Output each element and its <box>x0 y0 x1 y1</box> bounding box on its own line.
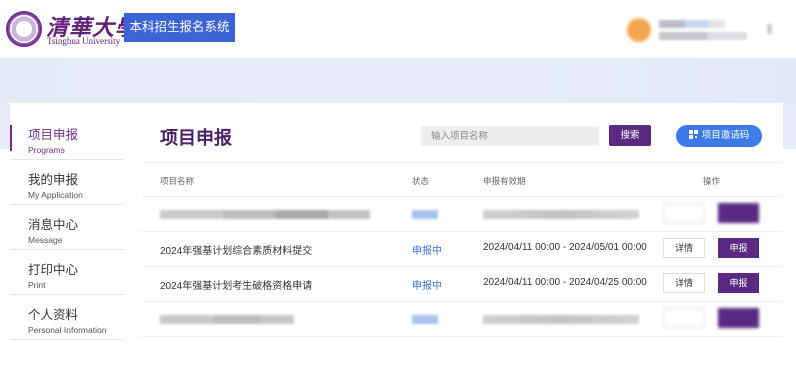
qr-code-icon <box>688 130 698 139</box>
user-detail-redacted <box>659 32 747 40</box>
application-period: 2024/04/11 00:00 - 2024/04/25 00:00 <box>483 277 647 288</box>
sidebar-item-label: 打印中心 <box>28 263 79 277</box>
detail-button[interactable]: 详情 <box>663 238 705 258</box>
top-header: 清華大學 Tsinghua University 本科招生报名系统 <box>0 0 796 58</box>
column-header-status: 状态 <box>412 176 430 186</box>
sidebar-item-label: 我的申报 <box>28 173 79 187</box>
period-redacted <box>483 210 639 219</box>
search-input[interactable] <box>421 126 599 146</box>
programs-table: 项目名称 状态 申报有效期 操作 2024年强基计划综合素质材料提交 申报中 2… <box>142 162 782 337</box>
column-header-name: 项目名称 <box>160 176 195 186</box>
sidebar-item-label: 项目申报 <box>28 128 79 142</box>
sidebar-item-sublabel: Programs <box>28 145 65 155</box>
sidebar-item-label: 个人资料 <box>28 308 79 322</box>
sidebar-item-message[interactable]: 消息中心 Message <box>10 205 124 250</box>
logo-english-name: Tsinghua University <box>47 36 121 46</box>
user-menu-icon[interactable] <box>767 24 772 34</box>
application-period: 2024/04/11 00:00 - 2024/05/01 00:00 <box>483 242 647 253</box>
invite-code-button[interactable]: 项目邀请码 <box>676 125 762 147</box>
sidebar-item-label: 消息中心 <box>28 218 79 232</box>
detail-button[interactable] <box>663 203 705 223</box>
sidebar-item-sublabel: My Application <box>28 190 83 200</box>
detail-button[interactable] <box>663 308 705 328</box>
table-row: 2024年强基计划综合素质材料提交 申报中 2024/04/11 00:00 -… <box>142 232 782 267</box>
period-redacted <box>483 315 639 324</box>
column-header-period: 申报有效期 <box>483 176 526 186</box>
page-title: 项目申报 <box>160 128 232 148</box>
invite-code-label: 项目邀请码 <box>701 130 750 141</box>
user-info[interactable] <box>627 16 777 44</box>
sidebar-item-sublabel: Print <box>28 280 46 290</box>
sidebar-item-my-application[interactable]: 我的申报 My Application <box>10 160 124 205</box>
apply-button[interactable]: 申报 <box>718 238 759 258</box>
apply-button[interactable]: 申报 <box>718 273 759 293</box>
column-header-actions: 操作 <box>703 176 721 186</box>
sidebar-item-personal-information[interactable]: 个人资料 Personal Information <box>10 295 124 340</box>
project-name: 2024年强基计划考生破格资格申请 <box>160 281 313 292</box>
user-name-redacted <box>659 20 725 28</box>
table-row <box>142 197 782 232</box>
tsinghua-seal-icon <box>6 11 42 47</box>
project-name-redacted <box>160 210 370 219</box>
status-redacted <box>412 315 438 324</box>
table-row: 2024年强基计划考生破格资格申请 申报中 2024/04/11 00:00 -… <box>142 267 782 302</box>
banner <box>0 58 796 103</box>
project-name: 2024年强基计划综合素质材料提交 <box>160 246 313 257</box>
apply-button[interactable] <box>718 308 759 328</box>
sidebar-item-sublabel: Message <box>28 235 63 245</box>
table-header: 项目名称 状态 申报有效期 操作 <box>142 162 782 197</box>
apply-button[interactable] <box>718 203 759 223</box>
status-badge: 申报中 <box>412 281 442 292</box>
project-name-redacted <box>160 315 294 324</box>
avatar[interactable] <box>627 18 651 42</box>
status-redacted <box>412 210 438 219</box>
sidebar: 项目申报 Programs 我的申报 My Application 消息中心 M… <box>10 115 124 340</box>
system-name-badge[interactable]: 本科招生报名系统 <box>124 13 235 42</box>
sidebar-item-sublabel: Personal Information <box>28 325 107 335</box>
university-logo[interactable]: 清華大學 Tsinghua University <box>6 11 137 47</box>
sidebar-item-print[interactable]: 打印中心 Print <box>10 250 124 295</box>
status-badge: 申报中 <box>412 246 442 257</box>
table-row <box>142 302 782 337</box>
detail-button[interactable]: 详情 <box>663 273 705 293</box>
sidebar-item-programs[interactable]: 项目申报 Programs <box>10 115 124 160</box>
search-button[interactable]: 搜索 <box>609 125 651 146</box>
